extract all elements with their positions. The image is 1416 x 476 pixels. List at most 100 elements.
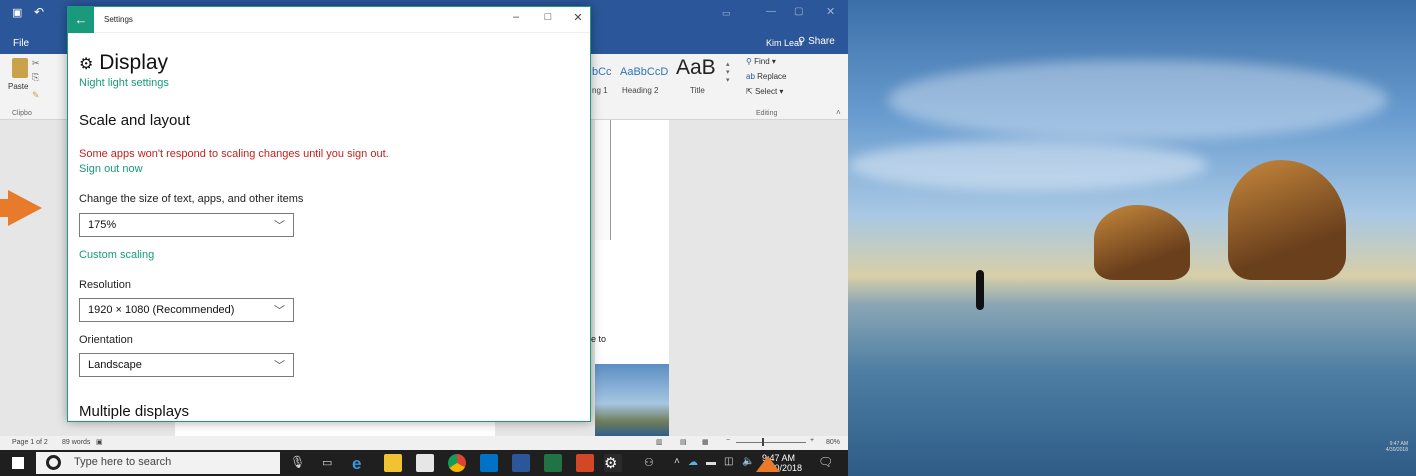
paste-label[interactable]: Paste [8, 82, 28, 91]
print-layout-icon[interactable]: ▤ [680, 438, 687, 446]
collapse-ribbon-icon[interactable]: ˄ [836, 108, 841, 117]
read-mode-icon[interactable]: ▥ [656, 438, 663, 446]
task-view-icon[interactable]: ▭ [322, 456, 332, 469]
battery-icon[interactable]: ▬ [706, 457, 716, 468]
style-name-title: Title [690, 86, 705, 95]
sign-out-warning: Some apps won't respond to scaling chang… [79, 148, 389, 160]
document-page[interactable]: e to [591, 120, 669, 436]
settings-titlebar: ← Settings – □ ✕ [68, 7, 590, 33]
proofing-icon[interactable]: ▣ [96, 438, 103, 446]
annotation-arrow-up-icon [756, 456, 780, 472]
zoom-level[interactable]: 80% [826, 439, 840, 446]
volume-icon[interactable]: 🔈 [742, 456, 754, 467]
action-center-icon[interactable]: 🗨 [818, 455, 833, 469]
settings-close-icon[interactable]: ✕ [568, 11, 588, 27]
settings-maximize-icon[interactable]: □ [538, 11, 558, 27]
cloud-band [888, 60, 1388, 140]
document-thumbnail-image [595, 364, 669, 436]
night-light-settings-link[interactable]: Night light settings [79, 77, 169, 89]
onedrive-icon[interactable]: ☁ [688, 457, 698, 468]
replace-label: Replace [757, 72, 787, 81]
chrome-icon[interactable] [448, 454, 466, 472]
web-layout-icon[interactable]: ▦ [702, 438, 709, 446]
page-count[interactable]: Page 1 of 2 [12, 439, 48, 446]
paste-icon[interactable] [12, 58, 28, 78]
word-status-bar: Page 1 of 2 89 words ▣ ▥ ▤ ▦ − + 80% [0, 436, 848, 450]
resolution-dropdown[interactable]: 1920 × 1080 (Recommended) ﹀ [79, 298, 294, 322]
custom-scaling-link[interactable]: Custom scaling [79, 249, 154, 261]
excel-icon[interactable] [544, 454, 562, 472]
network-icon[interactable]: ◫ [724, 456, 733, 467]
document-page-lower [175, 420, 495, 436]
save-icon[interactable]: ▣ [12, 6, 22, 19]
orientation-dropdown[interactable]: Landscape ﹀ [79, 353, 294, 377]
sign-out-link[interactable]: Sign out now [79, 163, 143, 175]
zoom-track [736, 442, 806, 443]
doc-text-fragment: e to [591, 334, 607, 344]
find-button[interactable]: ⚲ Find ▾ [746, 57, 776, 66]
zoom-slider[interactable]: − + [726, 437, 816, 446]
gear-icon: ⚙ [79, 56, 94, 73]
share-label: Share [808, 36, 835, 47]
maximize-icon[interactable]: ▢ [794, 6, 803, 17]
settings-window-title: Settings [104, 15, 133, 24]
page-title: ⚙ Display [79, 51, 168, 75]
style-normal-preview[interactable]: bCc [592, 66, 612, 78]
settings-window[interactable]: ← Settings – □ ✕ ⚙ Display Night light s… [67, 6, 591, 422]
embedded-screenshot [595, 120, 611, 240]
settings-taskbar-icon[interactable]: ⚙ [604, 454, 622, 472]
settings-minimize-icon[interactable]: – [506, 11, 526, 27]
cut-icon[interactable]: ✂ [32, 58, 40, 69]
file-explorer-icon[interactable] [384, 454, 402, 472]
undo-icon[interactable]: ↶ [34, 5, 44, 19]
styles-scroll-icon[interactable]: ▴ ▾ ▾ [726, 60, 730, 84]
clipboard-group-label: Clipbo [12, 110, 32, 117]
copy-icon[interactable]: ⎘ [32, 72, 39, 83]
minimize-icon[interactable]: — [766, 6, 776, 17]
resolution-value: 1920 × 1080 (Recommended) [88, 304, 235, 316]
close-icon[interactable]: ✕ [826, 5, 835, 18]
zoom-in-icon[interactable]: + [810, 437, 814, 444]
search-icon: ⚲ [746, 57, 752, 66]
left-screen: ▣ ↶ ▭ — ▢ ✕ File Kim Leaf ⚲ Share Paste … [0, 0, 848, 476]
format-painter-icon[interactable]: ✎ [32, 90, 40, 101]
style-heading2-preview[interactable]: AaBbCcD [620, 66, 668, 78]
tab-file[interactable]: File [13, 38, 29, 49]
replace-button[interactable]: ab Replace [746, 72, 787, 81]
annotation-arrow-right-icon [8, 190, 42, 226]
orientation-value: Landscape [88, 359, 142, 371]
outlook-icon[interactable] [480, 454, 498, 472]
microphone-icon[interactable]: 🎙 [290, 455, 305, 469]
search-placeholder: Type here to search [74, 456, 172, 468]
store-icon[interactable] [416, 454, 434, 472]
search-input[interactable]: Type here to search [36, 452, 280, 474]
zoom-out-icon[interactable]: − [726, 437, 730, 444]
editing-group-label: Editing [756, 110, 778, 117]
select-button[interactable]: ⇱ Select ▾ [746, 87, 783, 96]
edge-icon[interactable]: e [352, 454, 370, 473]
share-button[interactable]: ⚲ Share [798, 36, 835, 47]
people-icon[interactable]: ⚇ [644, 456, 654, 469]
zoom-thumb[interactable] [762, 438, 764, 446]
word-icon[interactable] [512, 454, 530, 472]
cloud-band-2 [848, 140, 1208, 190]
secondary-date: 4/30/2018 [1385, 447, 1408, 453]
annotation-arrow-body [0, 199, 8, 217]
desktop-wallpaper: ○ ◻ ◉ ▬ ▣ ● ▦ ▦ ▦ ▦ ⚙ 9:47 AM 4/30/2018 [848, 0, 1416, 476]
windows-start-icon[interactable] [12, 457, 24, 469]
tray-chevron-icon[interactable]: ˄ [674, 456, 680, 467]
secondary-clock[interactable]: 9:47 AM 4/30/2018 [1368, 441, 1408, 453]
select-label: Select [754, 87, 778, 96]
scale-dropdown[interactable]: 175% ﹀ [79, 213, 294, 237]
word-count[interactable]: 89 words [62, 439, 90, 446]
user-name[interactable]: Kim Leaf [766, 38, 802, 48]
cursor-icon: ⇱ [746, 87, 753, 96]
ribbon-display-icon[interactable]: ▭ [722, 8, 731, 19]
style-title-preview[interactable]: AaB [676, 56, 716, 80]
multiple-displays-heading: Multiple displays [79, 403, 190, 420]
chevron-down-icon: ﹀ [274, 220, 285, 232]
sea-rock-left [1094, 205, 1190, 280]
powerpoint-icon[interactable] [576, 454, 594, 472]
back-button[interactable]: ← [68, 7, 94, 33]
runner-silhouette [976, 270, 984, 310]
